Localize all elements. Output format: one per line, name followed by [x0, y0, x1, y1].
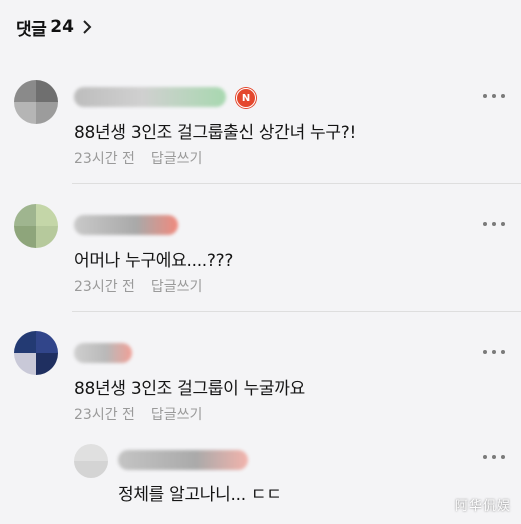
comment-meta: 23시간 전 답글쓰기: [74, 276, 202, 296]
username-blurred[interactable]: [118, 450, 248, 470]
reply-button[interactable]: 답글쓰기: [151, 404, 203, 424]
divider: [72, 311, 521, 312]
comment-text: 어머나 누구에요....???: [74, 251, 234, 271]
comments-header[interactable]: 댓글 24: [16, 14, 94, 40]
username-blurred[interactable]: [74, 87, 226, 107]
watermark: 阿华侃娱: [454, 499, 511, 514]
reply-button[interactable]: 답글쓰기: [151, 148, 203, 168]
avatar[interactable]: [14, 331, 58, 375]
more-options-icon[interactable]: [483, 453, 505, 461]
reply-button[interactable]: 답글쓰기: [151, 276, 203, 296]
avatar-image: [14, 80, 58, 124]
avatar[interactable]: [14, 80, 58, 124]
more-options-icon[interactable]: [483, 220, 505, 228]
avatar-image: [74, 444, 108, 478]
reply-text: 정체를 알고나니... ㄷㄷ: [118, 485, 282, 505]
comment-text: 88년생 3인조 걸그룹출신 상간녀 누구?!: [74, 123, 356, 143]
more-options-icon[interactable]: [483, 348, 505, 356]
chevron-right-icon: [83, 20, 92, 34]
more-options-icon[interactable]: [483, 92, 505, 100]
comment-text: 88년생 3인조 걸그룹이 누굴까요: [74, 379, 305, 399]
comments-count: 24: [50, 17, 74, 37]
username-blurred[interactable]: [74, 343, 132, 363]
new-badge: N: [236, 88, 256, 108]
comment-meta: 23시간 전 답글쓰기: [74, 404, 202, 424]
comment-time: 23시간 전: [74, 151, 135, 167]
avatar-image: [14, 204, 58, 248]
comment-meta: 23시간 전 답글쓰기: [74, 148, 202, 168]
avatar-image: [14, 331, 58, 375]
comments-label: 댓글: [16, 19, 47, 40]
username-blurred[interactable]: [74, 215, 178, 235]
comment-time: 23시간 전: [74, 407, 135, 423]
avatar[interactable]: [74, 444, 108, 478]
comment-time: 23시간 전: [74, 279, 135, 295]
divider: [72, 183, 521, 184]
avatar[interactable]: [14, 204, 58, 248]
